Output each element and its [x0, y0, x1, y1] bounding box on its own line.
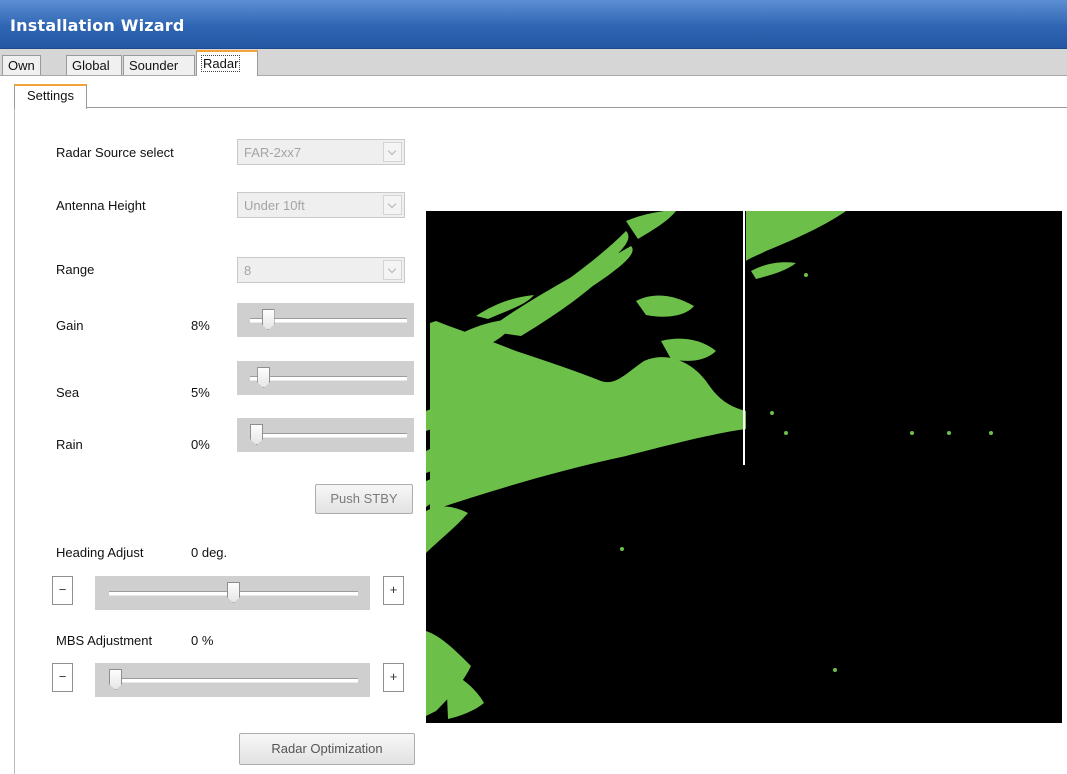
sea-value: 5%	[191, 385, 210, 400]
range-select[interactable]: 8	[237, 257, 405, 283]
sub-tab-strip: Settings	[0, 76, 1067, 109]
gain-slider[interactable]	[237, 303, 414, 337]
radar-echo-image	[426, 211, 993, 719]
slider-track	[250, 376, 407, 381]
tab-sounder-label: Sounder	[129, 58, 179, 73]
tab-sounder[interactable]: Sounder	[123, 55, 195, 75]
tab-own[interactable]: Own	[2, 55, 41, 75]
slider-track	[109, 678, 358, 683]
radar-display[interactable]	[426, 211, 1062, 723]
heading-adjust-slider[interactable]	[95, 576, 370, 610]
heading-adjust-value: 0 deg.	[191, 545, 228, 560]
title-bar: Installation Wizard	[0, 0, 1067, 49]
rain-slider[interactable]	[237, 418, 414, 452]
tab-radar-label: Radar	[200, 55, 241, 72]
slider-thumb[interactable]	[257, 367, 271, 388]
heading-line	[743, 211, 745, 465]
mbs-adjustment-slider[interactable]	[95, 663, 370, 697]
antenna-height-select[interactable]: Under 10ft	[237, 192, 405, 218]
mbs-plus-button[interactable]: +	[383, 663, 404, 692]
tab-radar[interactable]: Radar	[196, 50, 258, 76]
radar-source-value: FAR-2xx7	[244, 145, 302, 160]
heading-minus-button[interactable]: −	[52, 576, 73, 605]
tab-global-label: Global	[72, 58, 110, 73]
slider-track	[250, 433, 407, 438]
rain-label: Rain	[56, 437, 83, 452]
heading-adjust-label: Heading Adjust	[56, 545, 144, 560]
rain-value: 0%	[191, 437, 210, 452]
radar-echo-returns	[426, 211, 993, 719]
slider-thumb[interactable]	[109, 669, 122, 690]
range-value: 8	[244, 263, 252, 278]
gain-label: Gain	[56, 318, 84, 333]
sea-label: Sea	[56, 385, 80, 400]
divider	[14, 107, 1067, 108]
panel-border	[14, 107, 15, 774]
window-title: Installation Wizard	[10, 16, 185, 35]
slider-thumb[interactable]	[250, 424, 263, 445]
radar-source-label: Radar Source select	[56, 145, 174, 160]
antenna-height-value: Under 10ft	[244, 198, 305, 213]
tab-own-label: Own	[8, 58, 35, 73]
chevron-down-icon[interactable]	[383, 195, 402, 215]
mbs-adjustment-label: MBS Adjustment	[56, 633, 153, 648]
slider-thumb[interactable]	[227, 582, 240, 603]
sea-slider[interactable]	[237, 361, 414, 395]
range-label: Range	[56, 262, 95, 277]
tab-settings-label: Settings	[27, 88, 74, 103]
radar-source-select[interactable]: FAR-2xx7	[237, 139, 405, 165]
tab-settings[interactable]: Settings	[14, 84, 87, 109]
tab-global[interactable]: Global	[66, 55, 122, 75]
heading-plus-button[interactable]: +	[383, 576, 404, 605]
push-stby-button[interactable]: Push STBY	[315, 484, 413, 514]
chevron-down-icon[interactable]	[383, 260, 402, 280]
chevron-down-icon[interactable]	[383, 142, 402, 162]
mbs-minus-button[interactable]: −	[52, 663, 73, 692]
gain-value: 8%	[191, 318, 210, 333]
radar-optimization-button[interactable]: Radar Optimization	[239, 733, 415, 765]
antenna-height-label: Antenna Height	[56, 198, 146, 213]
slider-thumb[interactable]	[261, 309, 275, 330]
mbs-adjustment-value: 0 %	[191, 633, 214, 648]
